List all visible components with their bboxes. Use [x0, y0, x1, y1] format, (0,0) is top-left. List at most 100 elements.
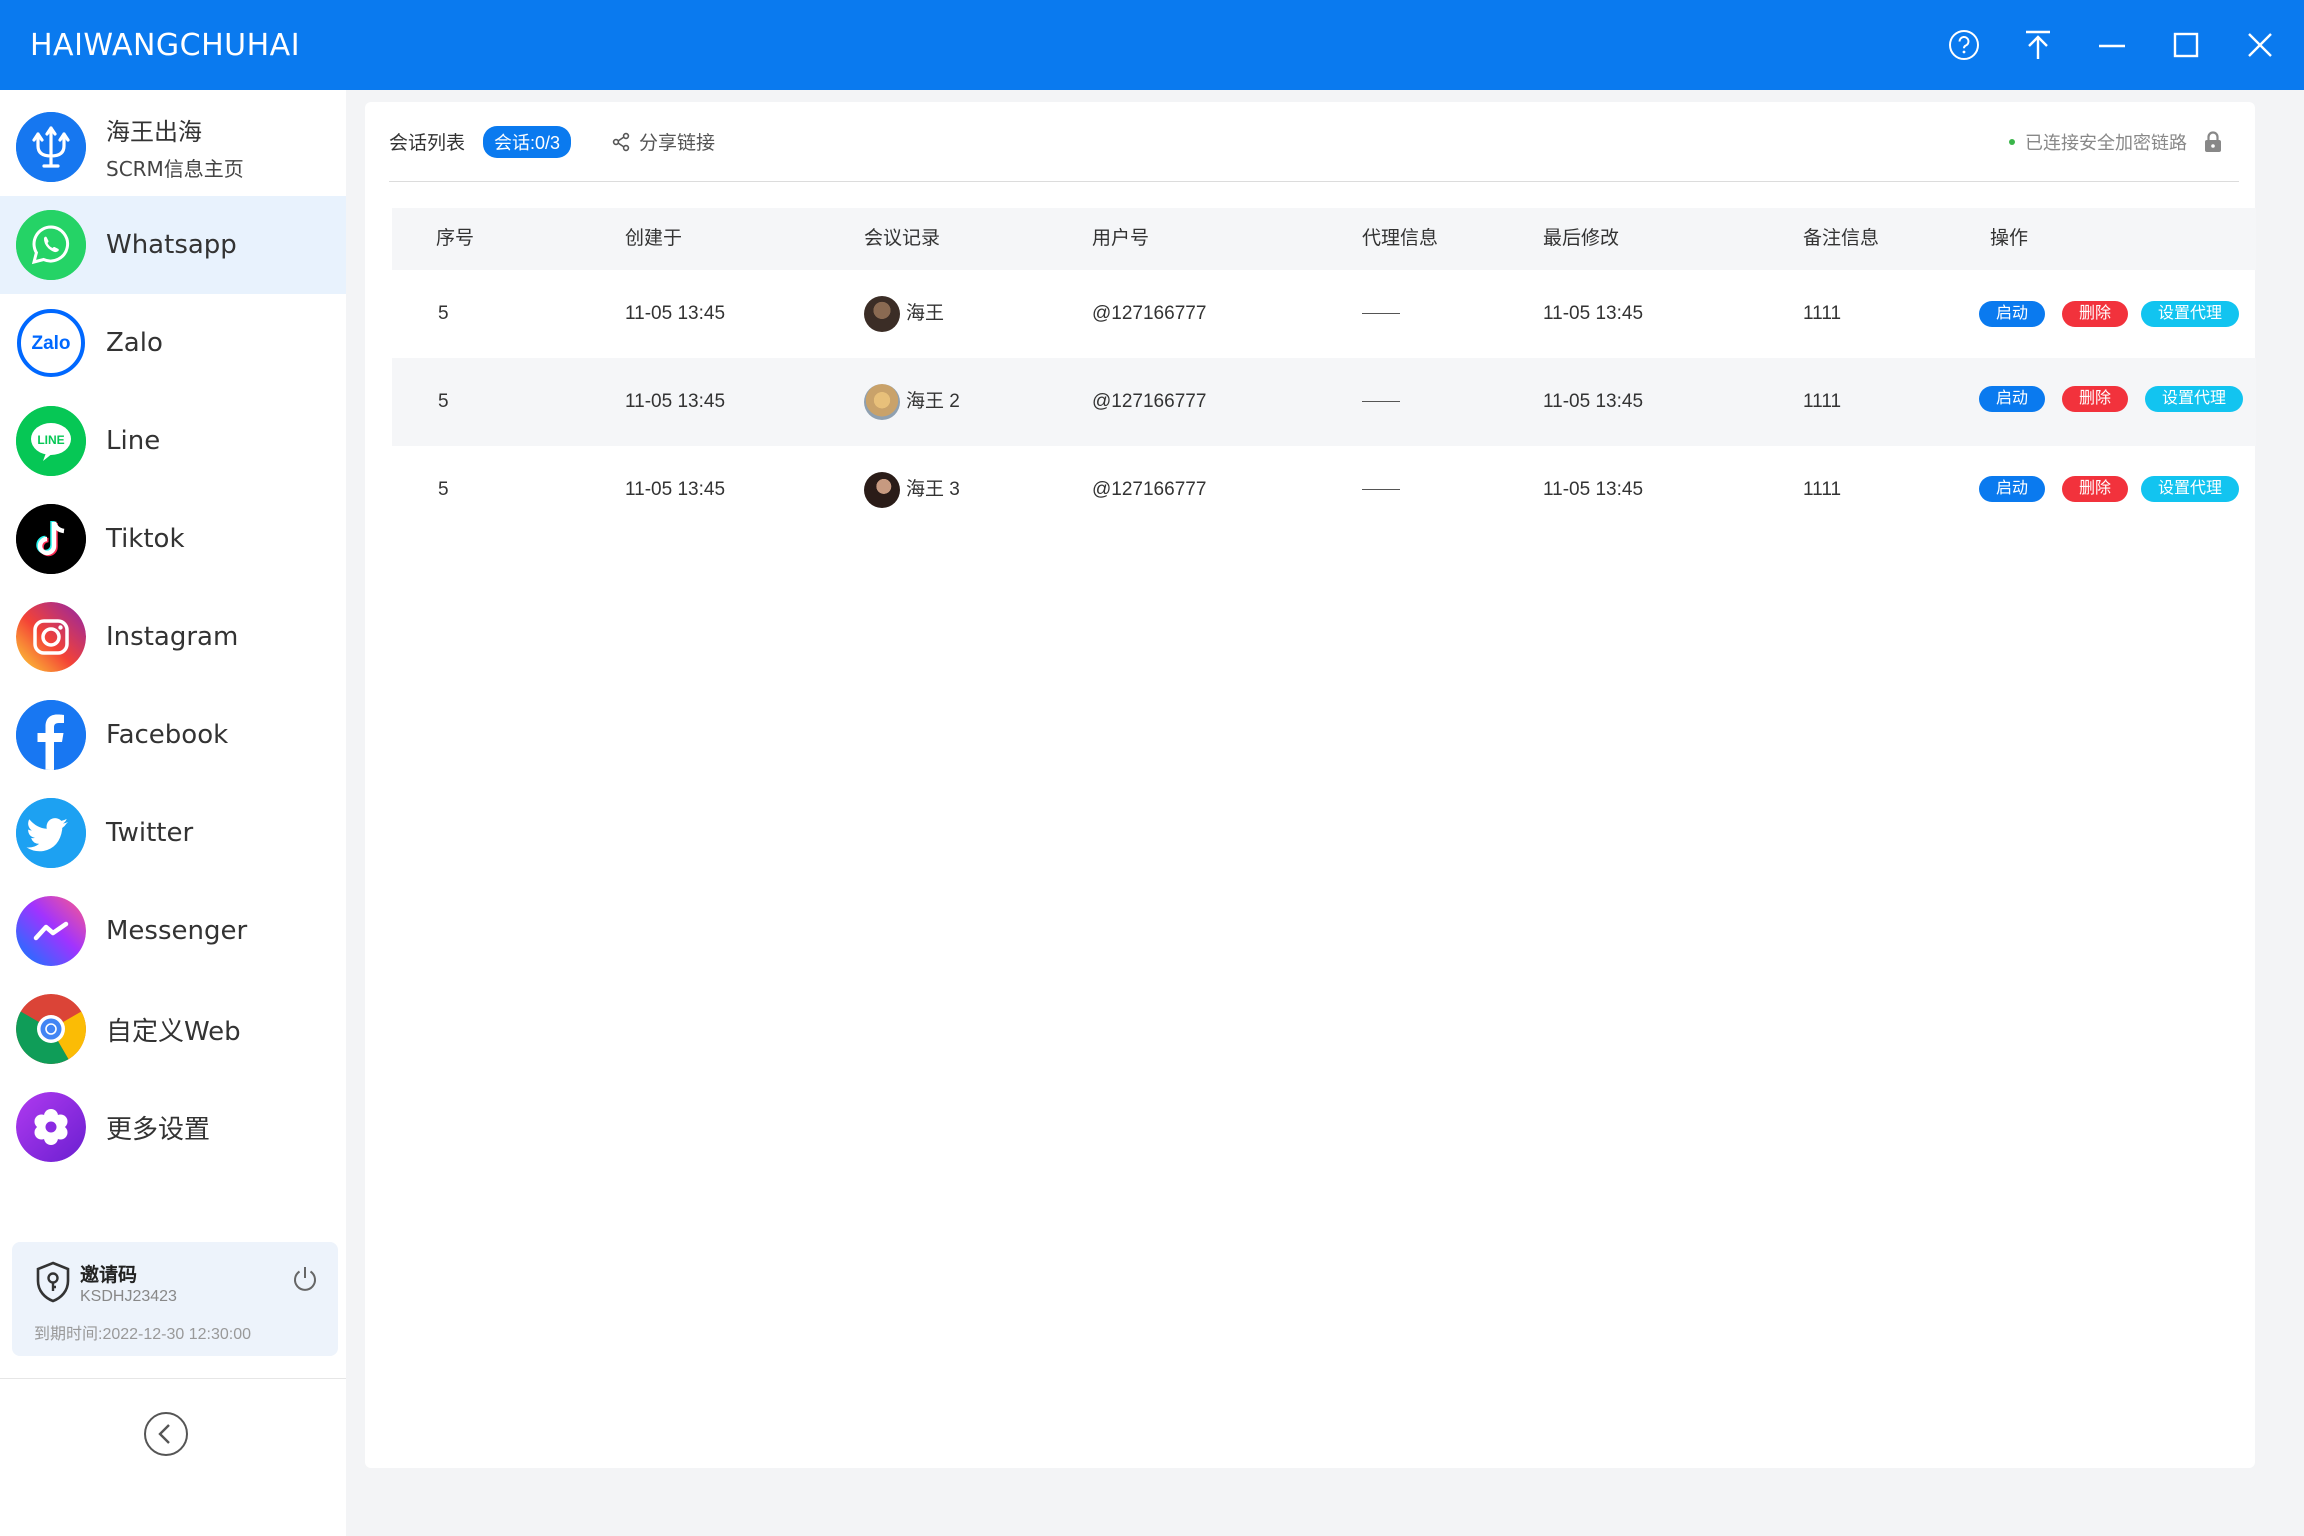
session-table: 序号 创建于 会议记录 用户号 代理信息 最后修改 备注信息 操作 5 11-0… — [392, 208, 2256, 534]
secure-status: 已连接安全加密链路 — [2009, 102, 2223, 182]
table-row[interactable]: 5 11-05 13:45 海王 2 @127166777 11-05 13:4… — [392, 358, 2256, 446]
column-header: 操作 — [1990, 228, 2029, 249]
sidebar-item-label: Twitter — [106, 818, 194, 848]
start-button[interactable]: 启动 — [1979, 386, 2045, 412]
session-count-badge: 会话:0/3 — [483, 125, 572, 158]
sidebar-item-label: Whatsapp — [106, 230, 237, 260]
tab-session-list[interactable]: 会话列表 — [389, 128, 465, 155]
sidebar-item-label: Tiktok — [106, 524, 185, 554]
cell-session: 海王 3 — [864, 446, 960, 534]
empty-dash — [1362, 313, 1400, 315]
svg-text:LINE: LINE — [37, 433, 64, 447]
sidebar-item-facebook[interactable]: Facebook — [0, 686, 346, 784]
cell-user: @127166777 — [1092, 479, 1207, 500]
cell-proxy — [1362, 358, 1400, 446]
column-header: 序号 — [436, 228, 475, 249]
collapse-sidebar-icon[interactable] — [143, 1411, 189, 1457]
column-header: 代理信息 — [1362, 228, 1439, 249]
share-link-button[interactable]: 分享链接 — [611, 128, 715, 155]
column-header: 用户号 — [1092, 228, 1150, 249]
session-name: 海王 3 — [906, 479, 960, 500]
whatsapp-icon — [16, 210, 86, 280]
sidebar-brand-text: 海王出海 SCRM信息主页 — [106, 112, 244, 182]
cell-index: 5 — [438, 391, 449, 412]
sidebar-item-instagram[interactable]: Instagram — [0, 588, 346, 686]
column-header: 最后修改 — [1543, 228, 1620, 249]
sidebar-item-tiktok[interactable]: Tiktok — [0, 490, 346, 588]
cell-created: 11-05 13:45 — [625, 391, 726, 412]
chrome-icon — [16, 994, 86, 1064]
sidebar-item-line[interactable]: LINE Line — [0, 392, 346, 490]
maximize-icon[interactable] — [2168, 27, 2204, 63]
panel-header: 会话列表 会话:0/3 分享链接 已连接安全加密链路 — [389, 102, 2239, 182]
sidebar-item-zalo[interactable]: Zalo Zalo — [0, 294, 346, 392]
cell-session: 海王 2 — [864, 358, 960, 446]
title-bar: HAIWANGCHUHAI — [0, 0, 2304, 90]
set-proxy-button[interactable]: 设置代理 — [2141, 476, 2239, 502]
empty-dash — [1362, 489, 1400, 491]
cell-proxy — [1362, 270, 1400, 358]
sidebar-brand[interactable]: 海王出海 SCRM信息主页 — [0, 98, 346, 196]
close-icon[interactable] — [2242, 27, 2278, 63]
sidebar-item-whatsapp[interactable]: Whatsapp — [0, 196, 346, 294]
cell-created: 11-05 13:45 — [625, 303, 726, 324]
table-header: 序号 创建于 会议记录 用户号 代理信息 最后修改 备注信息 操作 — [392, 208, 2256, 270]
tiktok-icon — [16, 504, 86, 574]
svg-text:Zalo: Zalo — [31, 333, 70, 354]
start-button[interactable]: 启动 — [1979, 301, 2045, 327]
cell-modified: 11-05 13:45 — [1543, 303, 1644, 324]
delete-button[interactable]: 删除 — [2062, 301, 2128, 327]
app-title: HAIWANGCHUHAI — [30, 27, 301, 63]
sidebar-item-label: Facebook — [106, 720, 229, 750]
facebook-icon — [16, 700, 86, 770]
cell-note: 1111 — [1803, 391, 1842, 412]
minimize-icon[interactable] — [2094, 27, 2130, 63]
delete-button[interactable]: 删除 — [2062, 476, 2128, 502]
session-name: 海王 — [906, 303, 945, 324]
invite-expiry: 到期时间:2022-12-30 12:30:00 — [34, 1326, 252, 1343]
line-icon: LINE — [16, 406, 86, 476]
sidebar-item-twitter[interactable]: Twitter — [0, 784, 346, 882]
start-button[interactable]: 启动 — [1979, 476, 2045, 502]
sidebar-item-label: 自定义Web — [106, 1016, 241, 1047]
sidebar-item-more-settings[interactable]: 更多设置 — [0, 1078, 346, 1176]
set-proxy-button[interactable]: 设置代理 — [2141, 301, 2239, 327]
sidebar-divider — [0, 1378, 346, 1379]
invite-card: 邀请码 KSDHJ23423 到期时间:2022-12-30 12:30:00 — [12, 1242, 338, 1356]
cell-proxy — [1362, 446, 1400, 534]
cell-note: 1111 — [1803, 479, 1842, 500]
cell-modified: 11-05 13:45 — [1543, 391, 1644, 412]
invite-code: KSDHJ23423 — [80, 1288, 177, 1305]
sidebar-nav: 海王出海 SCRM信息主页 Whatsapp Zalo Zalo LINE Li… — [0, 90, 346, 1176]
sidebar-item-label: Messenger — [106, 916, 248, 946]
cell-user: @127166777 — [1092, 391, 1207, 412]
pin-top-icon[interactable] — [2020, 27, 2056, 63]
help-icon[interactable] — [1946, 27, 1982, 63]
cell-created: 11-05 13:45 — [625, 479, 726, 500]
brand-subtitle: SCRM信息主页 — [106, 157, 244, 181]
main-panel: 会话列表 会话:0/3 分享链接 已连接安全加密链路 序号 创建于 会议记录 用… — [365, 102, 2256, 1468]
table-row[interactable]: 5 11-05 13:45 海王 @127166777 11-05 13:45 … — [392, 270, 2256, 358]
sidebar-item-label: Instagram — [106, 622, 239, 652]
shield-key-icon — [36, 1261, 70, 1303]
brand-title: 海王出海 — [106, 118, 202, 146]
sidebar-item-custom-web[interactable]: 自定义Web — [0, 980, 346, 1078]
twitter-icon — [16, 798, 86, 868]
cell-index: 5 — [438, 479, 449, 500]
set-proxy-button[interactable]: 设置代理 — [2145, 386, 2243, 412]
sidebar: 海王出海 SCRM信息主页 Whatsapp Zalo Zalo LINE Li… — [0, 90, 346, 1536]
table-row[interactable]: 5 11-05 13:45 海王 3 @127166777 11-05 13:4… — [392, 446, 2256, 534]
sidebar-item-messenger[interactable]: Messenger — [0, 882, 346, 980]
delete-button[interactable]: 删除 — [2062, 386, 2128, 412]
sidebar-item-label: Line — [106, 426, 161, 456]
column-header: 会议记录 — [864, 228, 941, 249]
lock-icon — [2205, 131, 2221, 152]
power-icon[interactable] — [290, 1264, 320, 1294]
status-dot — [2009, 139, 2015, 145]
sidebar-item-label: Zalo — [106, 328, 163, 358]
cell-index: 5 — [438, 303, 449, 324]
avatar — [864, 383, 900, 420]
trident-logo-icon — [16, 112, 86, 182]
zalo-icon: Zalo — [16, 308, 86, 378]
cell-modified: 11-05 13:45 — [1543, 479, 1644, 500]
